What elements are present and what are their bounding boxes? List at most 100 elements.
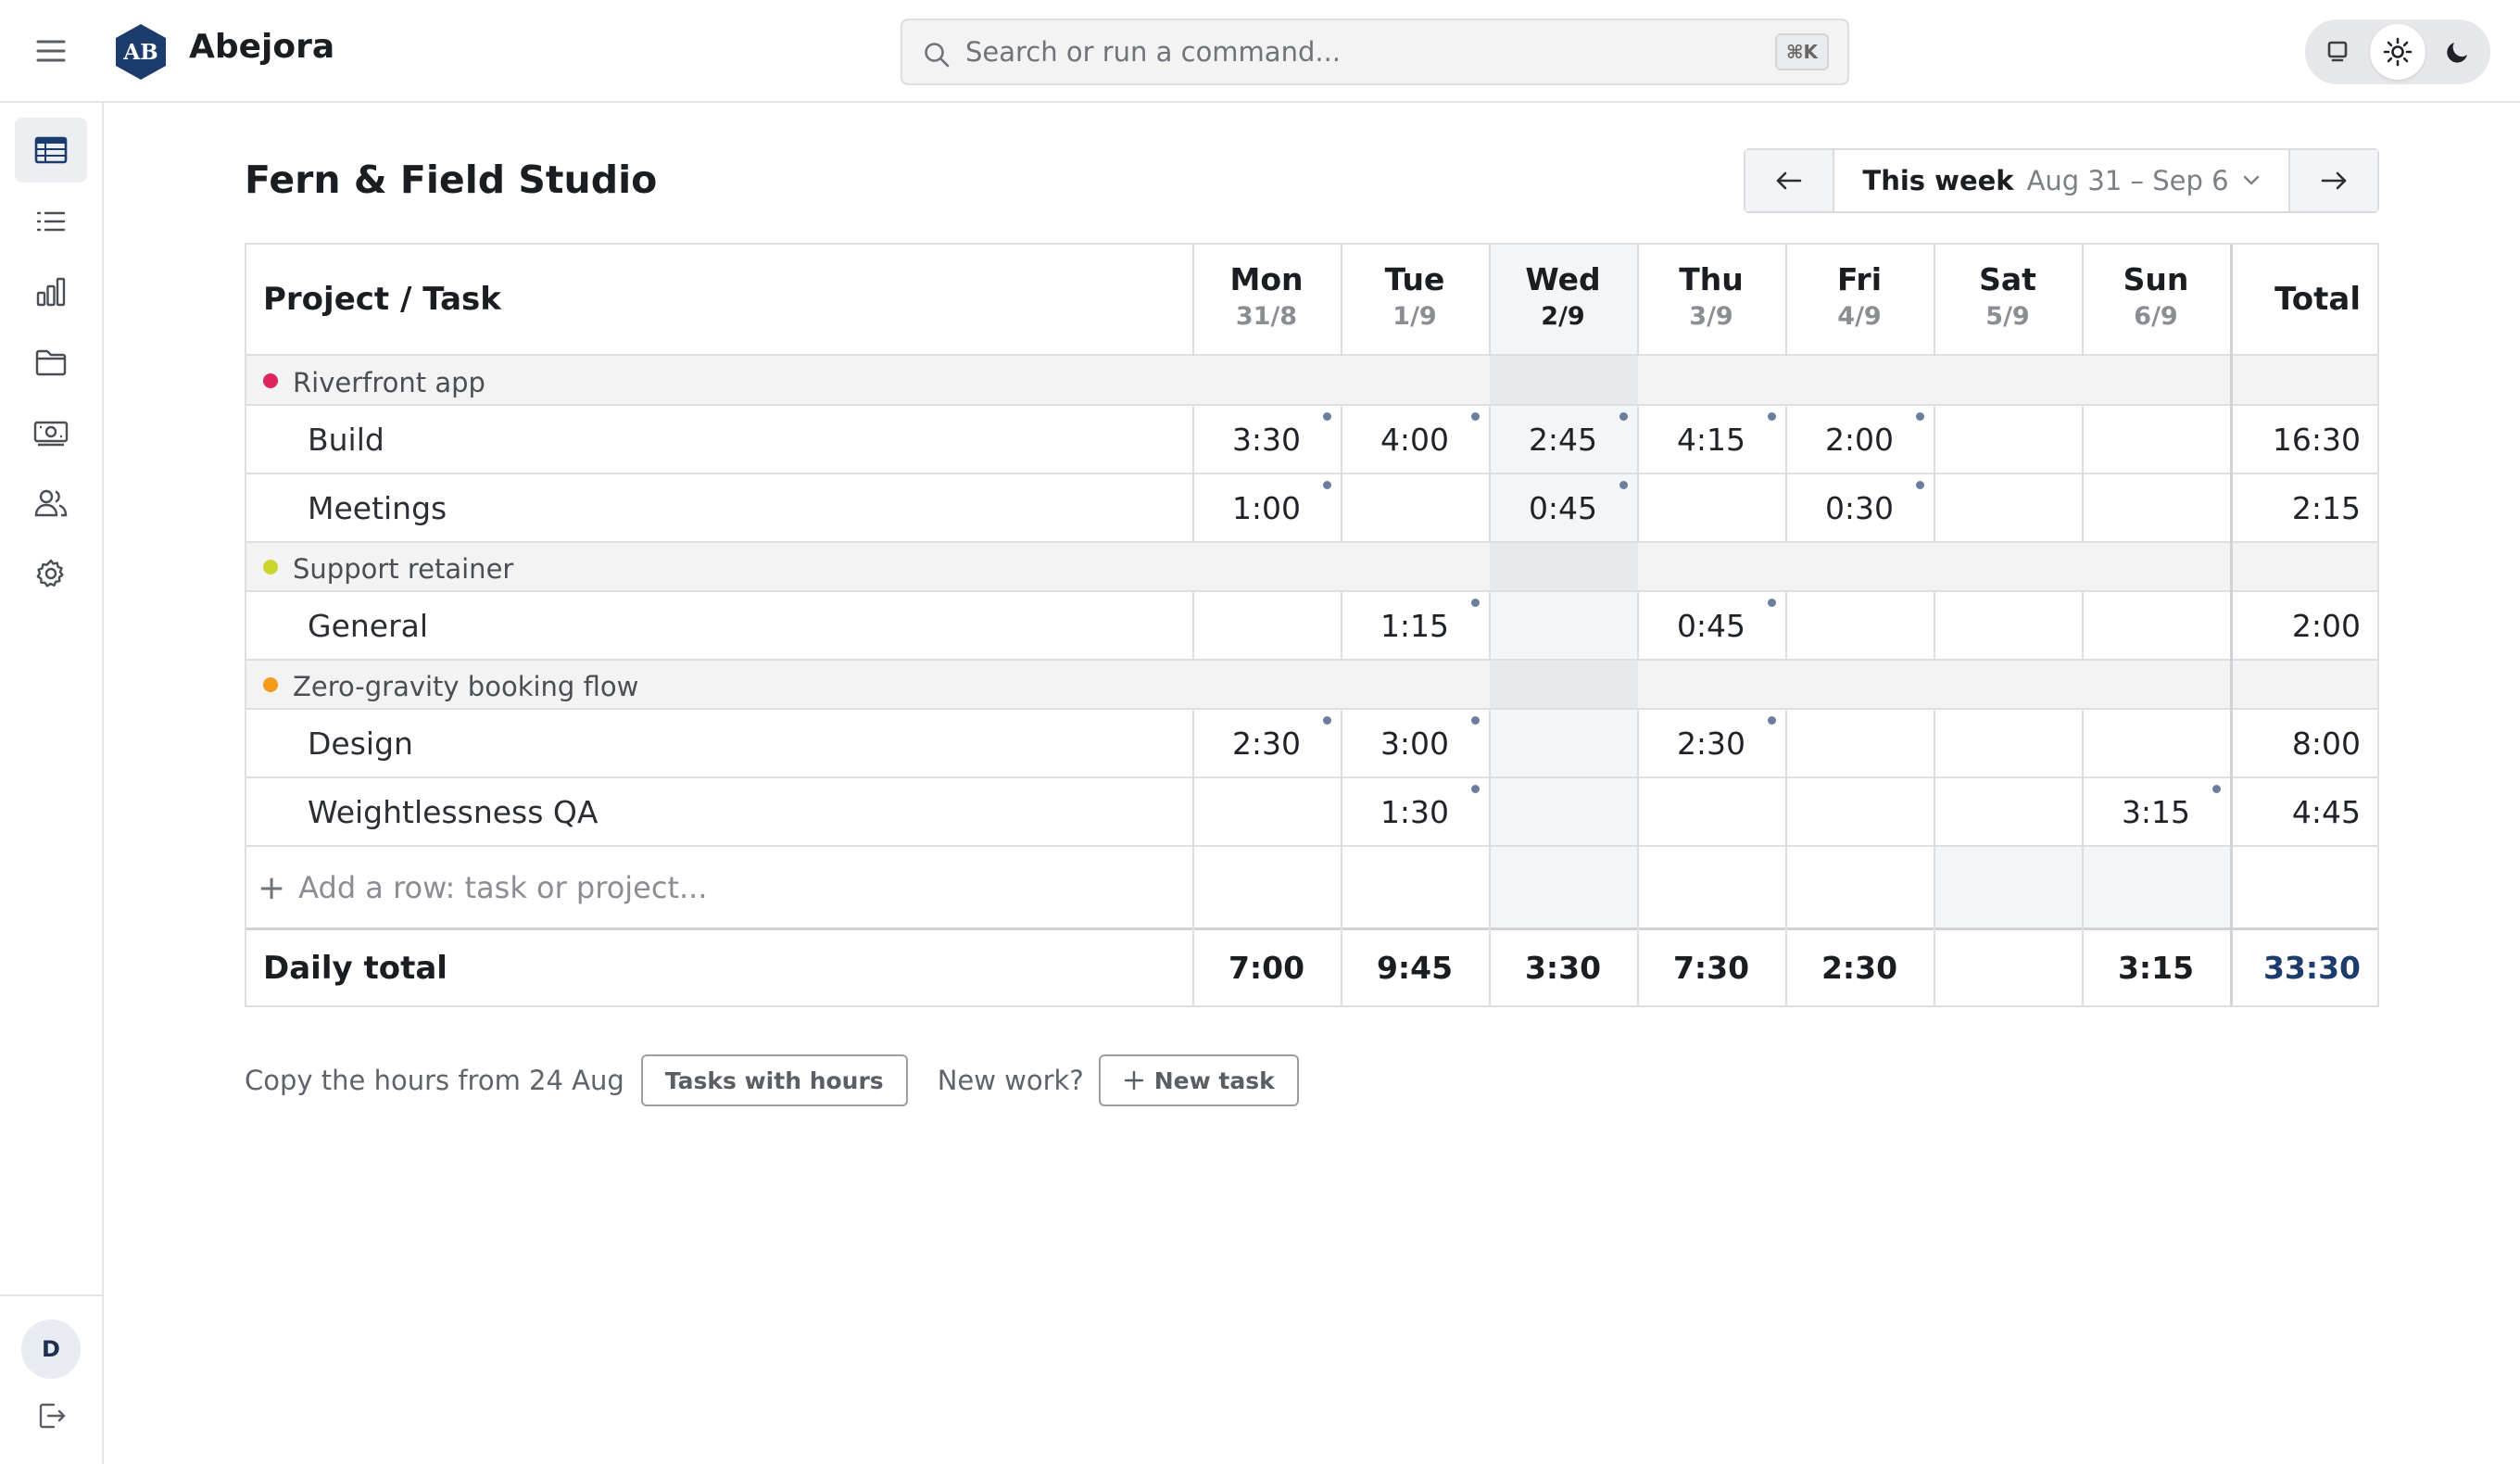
note-indicator <box>1768 716 1776 725</box>
column-divider <box>1489 709 1491 777</box>
row-divider <box>246 590 2377 592</box>
today-project-cell <box>1490 356 1638 405</box>
column-divider <box>2082 709 2084 777</box>
shortcut-hint: ⌘K <box>1774 33 1829 70</box>
day-name: Sun <box>2123 261 2189 297</box>
hours-cell[interactable]: 2:45 <box>1490 422 1636 458</box>
day-name: Tue <box>1384 261 1445 297</box>
week-picker[interactable]: This week Aug 31 – Sep 6 <box>1834 150 2288 211</box>
day-name: Thu <box>1679 261 1744 297</box>
sidebar: D <box>0 103 104 1464</box>
header-day-fri: Fri 4/9 <box>1786 261 1933 335</box>
monitor-icon[interactable] <box>2310 24 2365 80</box>
previous-week-button[interactable] <box>1745 150 1834 211</box>
project-name[interactable]: Zero-gravity booking flow <box>293 671 638 702</box>
copy-tasks-with-hours-label: Tasks with hours <box>664 1066 884 1094</box>
column-divider <box>1785 591 1787 660</box>
row-divider <box>246 404 2377 406</box>
sidebar-item-invoices[interactable] <box>15 400 87 465</box>
sun-icon[interactable] <box>2370 24 2426 80</box>
note-indicator <box>1619 481 1628 489</box>
app-name: Abejora <box>189 28 335 66</box>
hours-cell[interactable]: 1:00 <box>1193 490 1340 526</box>
hours-cell[interactable]: 0:45 <box>1638 608 1784 644</box>
hours-cell[interactable]: 0:30 <box>1786 490 1933 526</box>
header-day-mon: Mon 31/8 <box>1193 261 1340 335</box>
note-indicator <box>1323 412 1331 421</box>
task-name[interactable]: Meetings <box>308 490 447 526</box>
today-project-cell <box>1490 660 1638 709</box>
sidebar-item-team[interactable] <box>15 471 87 536</box>
hours-cell[interactable]: 1:15 <box>1342 608 1488 644</box>
logo-initials: AB <box>123 39 158 65</box>
hours-cell[interactable]: 4:15 <box>1638 422 1784 458</box>
app-logo[interactable]: AB <box>113 22 169 82</box>
add-row-input[interactable]: + Add a row: task or project... <box>258 846 708 929</box>
day-date: 5/9 <box>1985 302 2030 331</box>
note-indicator <box>1619 412 1628 421</box>
moon-icon[interactable] <box>2430 24 2486 80</box>
hours-cell[interactable]: 2:30 <box>1193 726 1340 762</box>
copy-tasks-with-hours-button[interactable]: Tasks with hours <box>640 1054 908 1106</box>
daily-total-label: Daily total <box>263 950 447 987</box>
logout-icon[interactable] <box>35 1400 67 1432</box>
hours-cell[interactable]: 0:45 <box>1490 490 1636 526</box>
project-color-dot <box>263 676 278 692</box>
column-divider <box>1637 777 1639 846</box>
project-row <box>246 542 2377 591</box>
task-name[interactable]: Build <box>308 422 384 458</box>
sidebar-item-projects[interactable] <box>15 330 87 395</box>
day-date: 6/9 <box>2134 302 2178 331</box>
week-range: Aug 31 – Sep 6 <box>2026 165 2229 196</box>
task-name[interactable]: General <box>308 608 428 644</box>
theme-toggle <box>2305 19 2490 84</box>
row-total: 8:00 <box>2291 726 2361 762</box>
sidebar-item-list[interactable] <box>15 189 87 254</box>
note-indicator <box>1768 412 1776 421</box>
chevron-down-icon <box>2243 175 2259 185</box>
row-divider <box>246 776 2377 778</box>
column-divider <box>1637 473 1639 542</box>
column-divider <box>2230 473 2233 542</box>
column-divider <box>2230 709 2233 777</box>
sidebar-item-reports[interactable] <box>15 259 87 324</box>
menu-icon[interactable] <box>35 37 67 65</box>
search-bar[interactable]: ⌘K <box>901 19 1849 85</box>
project-row <box>246 356 2377 405</box>
daily-total-cell: 7:30 <box>1672 950 1750 986</box>
column-divider <box>1341 473 1342 542</box>
note-indicator <box>1916 412 1924 421</box>
new-task-label: New task <box>1153 1066 1275 1094</box>
sidebar-item-settings[interactable] <box>15 541 87 606</box>
hours-cell[interactable]: 2:00 <box>1786 422 1933 458</box>
note-indicator <box>1471 785 1480 793</box>
hours-cell[interactable]: 2:30 <box>1638 726 1784 762</box>
project-name[interactable]: Riverfront app <box>293 367 485 398</box>
plus-icon: + <box>258 868 286 907</box>
hours-cell[interactable]: 3:00 <box>1342 726 1488 762</box>
hours-cell[interactable]: 3:30 <box>1193 422 1340 458</box>
next-week-button[interactable] <box>2288 150 2377 211</box>
search-input[interactable] <box>965 32 1707 72</box>
task-name[interactable]: Weightlessness QA <box>308 794 598 830</box>
hours-cell[interactable]: 3:15 <box>2083 794 2229 830</box>
search-icon <box>923 41 951 69</box>
day-date: 1/9 <box>1392 302 1437 331</box>
sidebar-divider <box>0 1294 102 1296</box>
money-icon <box>33 421 69 447</box>
task-name[interactable]: Design <box>308 726 413 762</box>
day-name: Mon <box>1229 261 1304 297</box>
hours-cell[interactable]: 4:00 <box>1342 422 1488 458</box>
note-indicator <box>1471 599 1480 607</box>
arrow-left-icon <box>1776 171 1802 190</box>
sidebar-item-timesheet[interactable] <box>15 118 87 183</box>
column-divider <box>1489 591 1491 660</box>
note-indicator <box>2212 785 2221 793</box>
column-divider <box>1785 709 1787 777</box>
project-name[interactable]: Support retainer <box>293 553 513 585</box>
users-icon <box>34 489 68 517</box>
day-date: 2/9 <box>1541 302 1585 331</box>
hours-cell[interactable]: 1:30 <box>1342 794 1488 830</box>
new-task-button[interactable]: New task <box>1098 1054 1299 1106</box>
avatar[interactable]: D <box>21 1319 81 1379</box>
